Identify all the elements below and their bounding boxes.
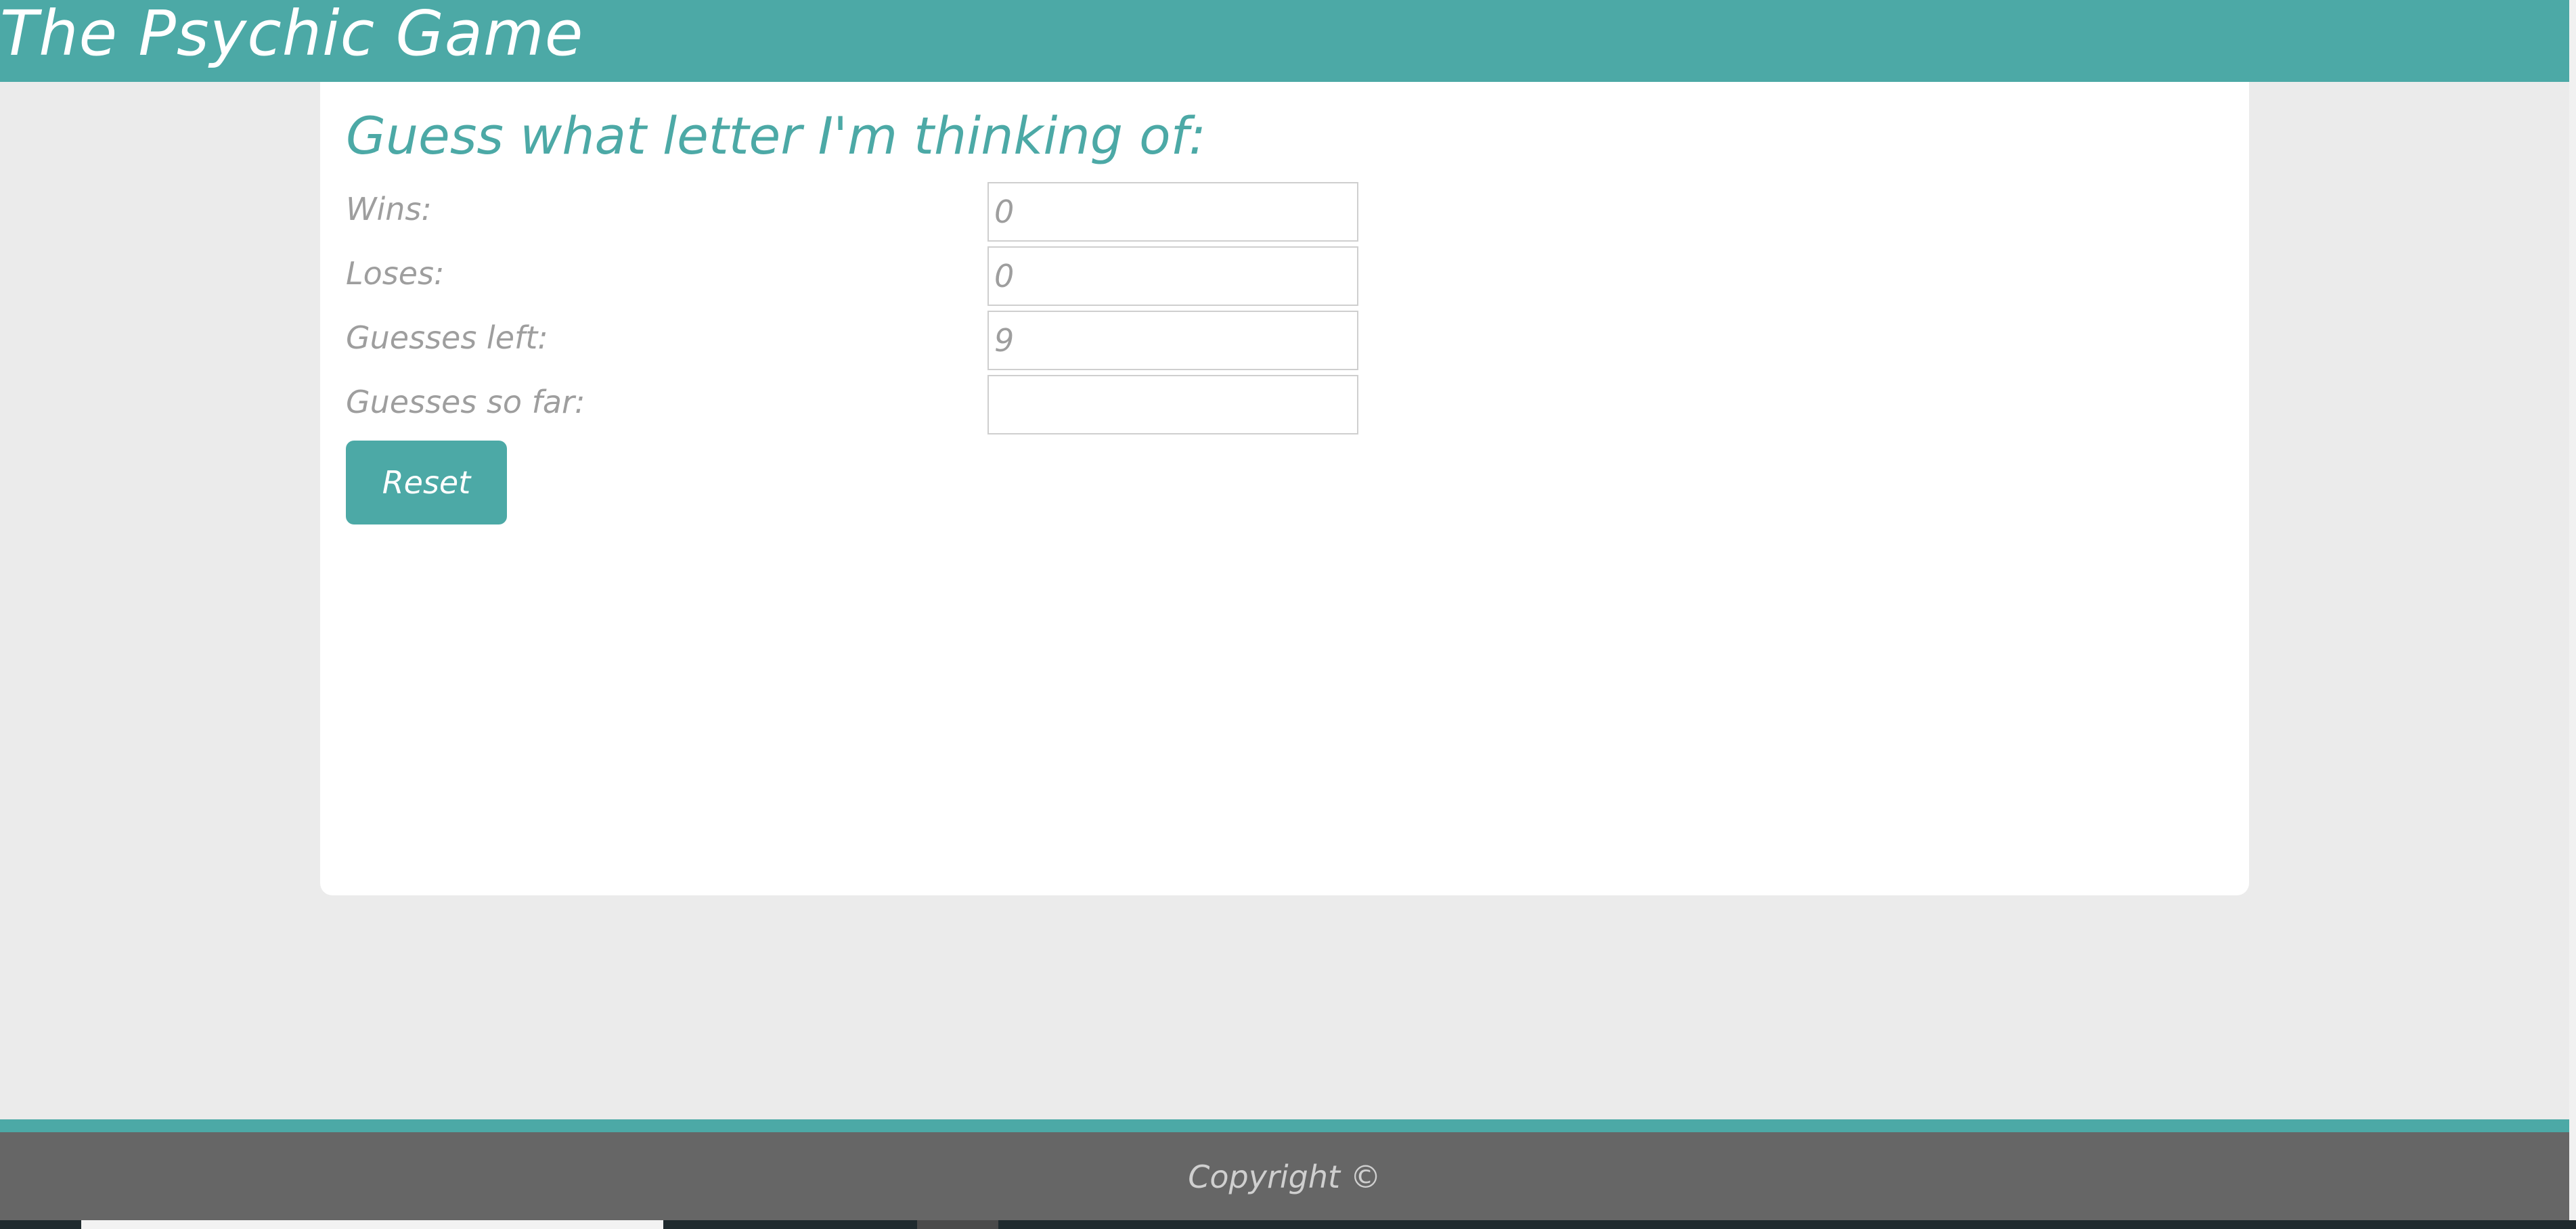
guesses-so-far-field[interactable] — [987, 375, 1358, 434]
site-footer: Copyright © — [0, 1132, 2569, 1220]
footer-accent-bar — [0, 1119, 2569, 1132]
wins-label: Wins: — [346, 191, 432, 227]
taskbar-item[interactable] — [917, 1220, 998, 1229]
site-header: The Psychic Game — [0, 0, 2569, 82]
copyright-text: Copyright © — [1188, 1159, 1381, 1195]
wins-row: Wins: 0 — [346, 182, 1358, 244]
guesses-so-far-row: Guesses so far: — [346, 375, 1358, 437]
guesses-left-field[interactable]: 9 — [987, 311, 1358, 370]
taskbar-window-tab[interactable] — [81, 1220, 663, 1229]
guesses-left-row: Guesses left: 9 — [346, 311, 1358, 373]
taskbar-strip — [0, 1220, 2576, 1229]
site-title: The Psychic Game — [0, 0, 584, 70]
page-scrollbar[interactable] — [2569, 0, 2576, 1229]
loses-field[interactable]: 0 — [987, 246, 1358, 306]
wins-field[interactable]: 0 — [987, 182, 1358, 242]
reset-button[interactable]: Reset — [346, 441, 507, 524]
game-card: Guess what letter I'm thinking of: Wins:… — [320, 82, 2249, 895]
guesses-so-far-label: Guesses so far: — [346, 384, 585, 420]
loses-label: Loses: — [346, 255, 445, 292]
game-heading: Guess what letter I'm thinking of: — [346, 106, 1206, 166]
guesses-left-label: Guesses left: — [346, 319, 548, 356]
loses-row: Loses: 0 — [346, 246, 1358, 309]
